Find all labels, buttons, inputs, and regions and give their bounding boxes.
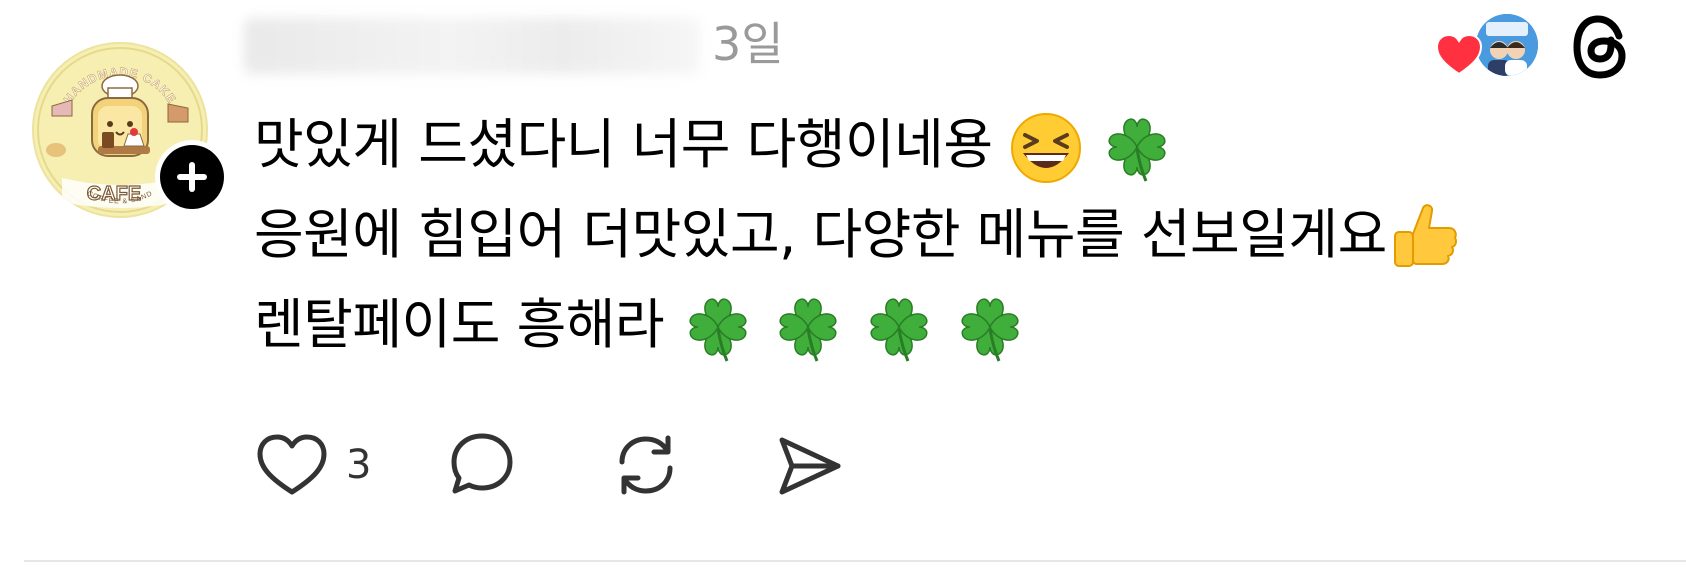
four-leaf-clover-icon bbox=[1100, 111, 1174, 185]
post-body: 맛있게 드셨다니 너무 다행이네용 응원에 힘입어 더맛있고, 다양한 메뉴를 … bbox=[254, 100, 1654, 370]
plus-icon bbox=[177, 162, 207, 192]
threads-logo-icon[interactable] bbox=[1570, 12, 1632, 86]
reply-button[interactable] bbox=[446, 430, 518, 500]
username-redacted[interactable] bbox=[244, 18, 700, 74]
post-text-line-2: 응원에 힘입어 더맛있고, 다양한 메뉴를 선보일게요 bbox=[254, 203, 1387, 266]
comment-icon bbox=[451, 433, 513, 494]
thumbs-up-icon bbox=[1387, 200, 1463, 276]
share-button[interactable] bbox=[774, 430, 846, 500]
repost-button[interactable] bbox=[610, 430, 682, 500]
follow-button[interactable] bbox=[155, 140, 229, 214]
like-button[interactable]: 3 bbox=[254, 430, 394, 500]
liker-profile-image bbox=[1476, 14, 1538, 76]
post-line-2: 응원에 힘입어 더맛있고, 다양한 메뉴를 선보일게요 bbox=[254, 190, 1654, 280]
repost-icon bbox=[619, 435, 673, 495]
four-leaf-clover-icon bbox=[771, 291, 845, 365]
liked-heart-icon bbox=[1435, 33, 1483, 80]
four-leaf-clover-icon bbox=[953, 291, 1027, 365]
send-icon bbox=[779, 437, 841, 495]
divider bbox=[24, 560, 1686, 562]
four-leaf-clover-icon bbox=[681, 291, 755, 365]
heart-icon bbox=[257, 434, 327, 495]
four-leaf-clover-icon bbox=[862, 291, 936, 365]
like-count: 3 bbox=[346, 442, 372, 488]
post-text-line-3: 렌탈페이도 흥해라 bbox=[254, 293, 665, 356]
post-line-1: 맛있게 드셨다니 너무 다행이네용 bbox=[254, 100, 1654, 190]
thread-reply-post: HANDMADE CAKE CAFE COFFEE & SAND 3일 맛있게 … bbox=[0, 0, 1686, 570]
liker-avatar[interactable] bbox=[1476, 14, 1538, 76]
post-text-line-1: 맛있게 드셨다니 너무 다행이네용 bbox=[254, 113, 993, 176]
post-line-3: 렌탈페이도 흥해라 bbox=[254, 280, 1654, 370]
grinning-squinting-face-icon bbox=[1009, 111, 1083, 185]
timestamp: 3일 bbox=[712, 17, 784, 71]
